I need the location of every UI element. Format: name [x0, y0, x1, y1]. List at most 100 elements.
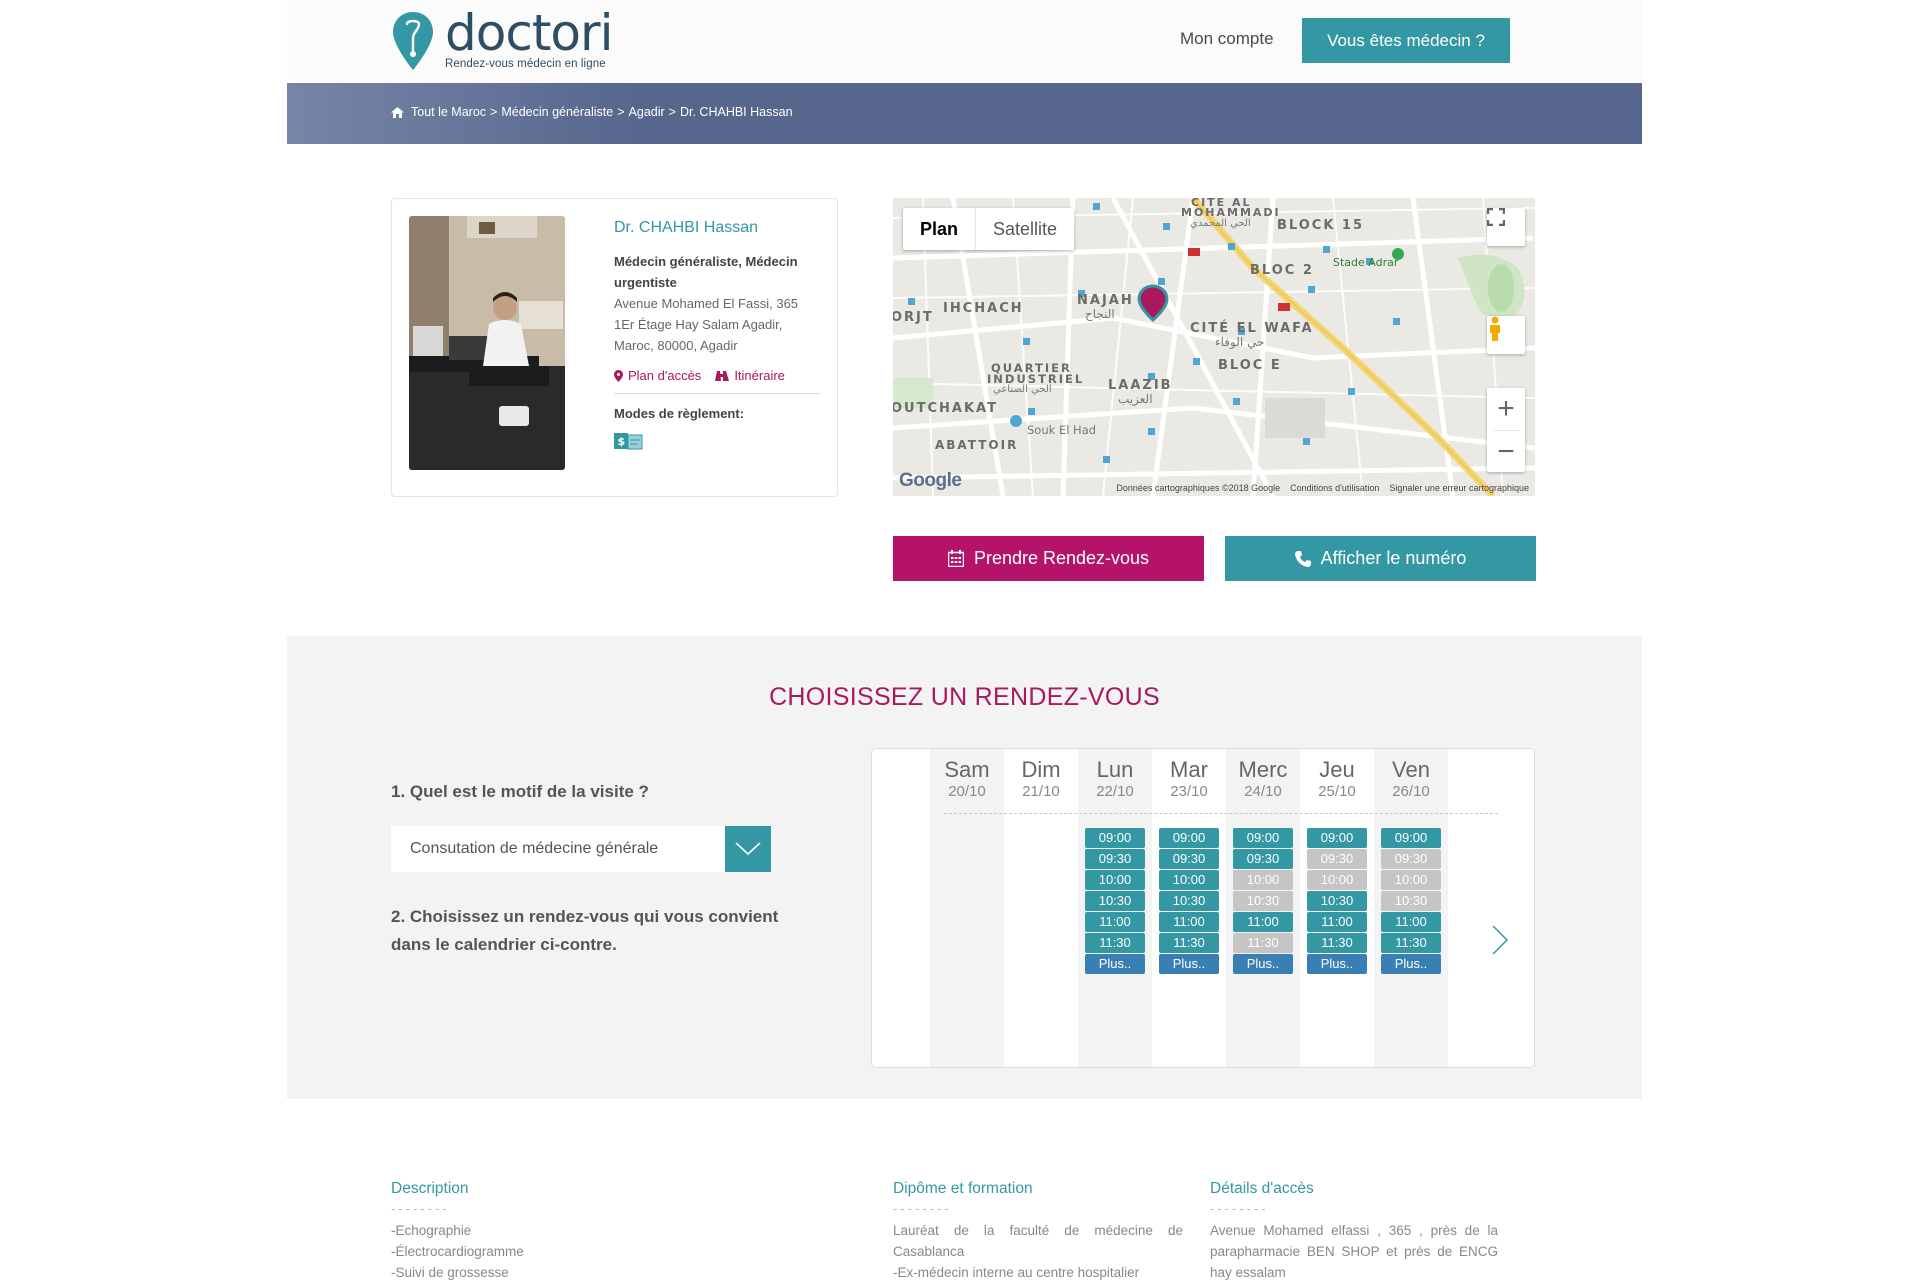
doctor-address: Avenue Mohamed El Fassi, 365 1Er Étage H… [614, 296, 799, 353]
time-slot[interactable]: 10:30 [1381, 891, 1441, 911]
time-slot[interactable]: 10:00 [1233, 870, 1293, 890]
zoom-in-button[interactable]: + [1487, 388, 1525, 430]
description-item: -Echographie [391, 1223, 472, 1238]
time-slot[interactable]: 11:00 [1307, 912, 1367, 932]
motif-select[interactable]: Consutation de médecine générale [391, 826, 771, 872]
doctor-card: Dr. CHAHBI Hassan Médecin généraliste, M… [391, 198, 838, 497]
calendar-day-name: Sam [944, 757, 990, 782]
header: doctori Rendez-vous médecin en ligne Mon… [287, 0, 1642, 83]
logo-tagline: Rendez-vous médecin en ligne [445, 58, 606, 70]
question-motif: 1. Quel est le motif de la visite ? [391, 782, 649, 801]
breadcrumb-item[interactable]: Agadir [629, 105, 665, 119]
booking-title: CHOISISSEZ UN RENDEZ-VOUS [769, 683, 1160, 711]
time-slot[interactable]: 10:30 [1233, 891, 1293, 911]
time-slot[interactable]: 11:00 [1159, 912, 1219, 932]
google-logo: Google [899, 470, 962, 491]
itinerary-link[interactable]: Itinéraire [715, 368, 785, 383]
more-slots-button[interactable]: Plus.. [1381, 954, 1441, 974]
book-appointment-button[interactable]: Prendre Rendez-vous [893, 536, 1204, 581]
svg-text:$: $ [618, 435, 626, 448]
calendar-day-date: 26/10 [1392, 783, 1430, 800]
doctor-signup-button[interactable]: Vous êtes médecin ? [1302, 18, 1510, 63]
calendar-day-date: 23/10 [1170, 783, 1208, 800]
more-slots-button[interactable]: Plus.. [1233, 954, 1293, 974]
fullscreen-button[interactable] [1487, 208, 1525, 246]
fullscreen-icon [1487, 208, 1505, 226]
calendar-day-name: Ven [1392, 757, 1430, 782]
time-slot[interactable]: 09:00 [1307, 828, 1367, 848]
diploma-section: Dipôme et formation -------- Lauréat de … [893, 1180, 1183, 1280]
map-footer: Données cartographiques ©2018 Google Con… [1116, 483, 1529, 493]
time-slot[interactable]: 10:00 [1085, 870, 1145, 890]
breadcrumb-banner: Tout le Maroc > Médecin généraliste > Agad… [287, 83, 1642, 144]
question-calendar: 2. Choisissez un rendez-vous qui vous co… [391, 907, 779, 954]
map-type-toggle: Plan Satellite [903, 208, 1075, 250]
motif-select-toggle[interactable] [725, 826, 771, 872]
breadcrumb-current: Dr. CHAHBI Hassan [679, 105, 793, 119]
time-slot[interactable]: 09:30 [1233, 849, 1293, 869]
doctor-specialty: Médecin généraliste, Médecin urgentiste [614, 254, 798, 290]
time-slot[interactable]: 10:00 [1381, 870, 1441, 890]
doctor-links: Plan d'accès Itinéraire [614, 368, 820, 394]
street-view-button[interactable] [1487, 316, 1525, 354]
zoom-out-button[interactable]: − [1487, 431, 1525, 473]
map-tab-satellite[interactable]: Satellite [976, 208, 1074, 250]
time-slot[interactable]: 11:30 [1307, 933, 1367, 953]
time-slot[interactable]: 11:00 [1381, 912, 1441, 932]
time-slot[interactable]: 10:30 [1307, 891, 1367, 911]
access-title: Détails d'accès [1210, 1180, 1314, 1197]
time-slot[interactable]: 10:00 [1159, 870, 1219, 890]
time-slot[interactable]: 11:00 [1233, 912, 1293, 932]
account-link[interactable]: Mon compte [1180, 29, 1274, 49]
time-slot[interactable]: 09:30 [1381, 849, 1441, 869]
time-slot[interactable]: 10:30 [1159, 891, 1219, 911]
time-slot[interactable]: 09:30 [1085, 849, 1145, 869]
calendar-day-name: Mar [1170, 757, 1208, 782]
booking-section: CHOISISSEZ UN RENDEZ-VOUS 1. Quel est le… [287, 636, 1642, 1099]
breadcrumb: Tout le Maroc > Médecin généraliste > Agad… [391, 105, 793, 119]
time-slot[interactable]: 09:00 [1085, 828, 1145, 848]
calendar-day-column: Jeu 25/10 09:00 09:30 10:00 10:30 11:00 11:30 Pl… [1300, 749, 1374, 1067]
plan-link[interactable]: Plan d'accès [614, 368, 701, 383]
time-slot[interactable]: 11:00 [1085, 912, 1145, 932]
breadcrumb-item[interactable]: Médecin généraliste [501, 105, 613, 119]
logo-word: doctori [445, 4, 613, 62]
doctor-name[interactable]: Dr. CHAHBI Hassan [614, 219, 820, 237]
time-slot[interactable]: 09:00 [1381, 828, 1441, 848]
calendar-day-date: 20/10 [948, 783, 986, 800]
map[interactable]: CITE AL MOHAMMADI الحي المحمدي BLOCK 15 … [893, 198, 1535, 496]
logo[interactable]: doctori Rendez-vous médecin en ligne [391, 4, 613, 72]
calendar-day-name: Jeu [1319, 757, 1355, 782]
time-slot[interactable]: 09:00 [1159, 828, 1219, 848]
time-slot[interactable]: 09:00 [1233, 828, 1293, 848]
show-phone-button[interactable]: Afficher le numéro [1225, 536, 1536, 581]
time-slot[interactable]: 09:30 [1159, 849, 1219, 869]
calendar-day-column: Dim 21/10 [1004, 749, 1078, 1067]
time-slot[interactable]: 10:00 [1307, 870, 1367, 890]
payment-title: Modes de règlement: [614, 406, 745, 421]
pegman-icon [1490, 316, 1500, 341]
calendar-day-column: Merc 24/10 09:00 09:30 10:00 10:30 11:00 11:30 P… [1226, 749, 1300, 1067]
calendar-day-date: 22/10 [1096, 783, 1134, 800]
map-tab-plan[interactable]: Plan [903, 208, 977, 250]
map-zoom-control: + − [1487, 388, 1525, 472]
more-slots-button[interactable]: Plus.. [1307, 954, 1367, 974]
calendar-day-name: Lun [1096, 757, 1134, 782]
time-slot[interactable]: 11:30 [1233, 933, 1293, 953]
breadcrumb-item[interactable]: Tout le Maroc [411, 105, 486, 119]
time-slot[interactable]: 10:30 [1085, 891, 1145, 911]
access-text: Avenue Mohamed elfassi , 365 , près de l… [1210, 1223, 1498, 1280]
motif-select-value: Consutation de médecine générale [410, 840, 659, 857]
calendar-day-column: Ven 26/10 09:00 09:30 10:00 10:30 11:00 11:30 Pl… [1374, 749, 1448, 1067]
more-slots-button[interactable]: Plus.. [1085, 954, 1145, 974]
time-slot[interactable]: 11:30 [1381, 933, 1441, 953]
time-slot[interactable]: 11:30 [1159, 933, 1219, 953]
more-slots-button[interactable]: Plus.. [1159, 954, 1219, 974]
logo-pin-icon [393, 12, 433, 70]
calendar-day-name: Merc [1238, 757, 1288, 782]
calendar-next-icon[interactable] [1489, 923, 1511, 957]
calendar-icon [947, 550, 964, 567]
calendar-day-date: 21/10 [1022, 783, 1060, 800]
time-slot[interactable]: 11:30 [1085, 933, 1145, 953]
time-slot[interactable]: 09:30 [1307, 849, 1367, 869]
